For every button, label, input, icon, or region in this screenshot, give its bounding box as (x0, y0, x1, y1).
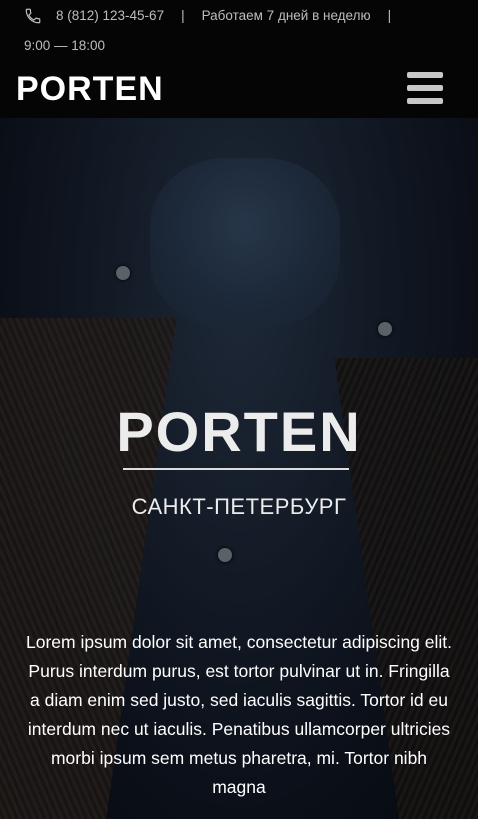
contact-row: 8 (812) 123-45-67 | Работаем 7 дней в не… (24, 6, 464, 56)
work-days-text: Работаем 7 дней в неделю (201, 8, 371, 23)
header-logo[interactable]: PORTEN (16, 70, 164, 108)
phone-link[interactable]: 8 (812) 123-45-67 (56, 6, 164, 26)
separator: | (387, 8, 392, 23)
hero-city: САНКТ-ПЕТЕРБУРГ (131, 494, 347, 519)
header: 8 (812) 123-45-67 | Работаем 7 дней в не… (0, 0, 478, 118)
separator: | (181, 8, 185, 23)
hamburger-menu-icon[interactable] (407, 72, 443, 104)
menu-bar (407, 72, 443, 78)
hero-banner: PORTEN САНКТ-ПЕТЕРБУРГ Lorem ipsum dolor… (0, 118, 478, 819)
phone-icon (25, 8, 41, 24)
work-hours-text: 9:00 — 18:00 (24, 38, 106, 53)
hero-divider (123, 468, 349, 470)
menu-bar (407, 85, 443, 91)
hero-description: Lorem ipsum dolor sit amet, consectetur … (25, 632, 453, 797)
hero-logo: PORTEN (116, 400, 362, 463)
menu-bar (407, 98, 443, 104)
